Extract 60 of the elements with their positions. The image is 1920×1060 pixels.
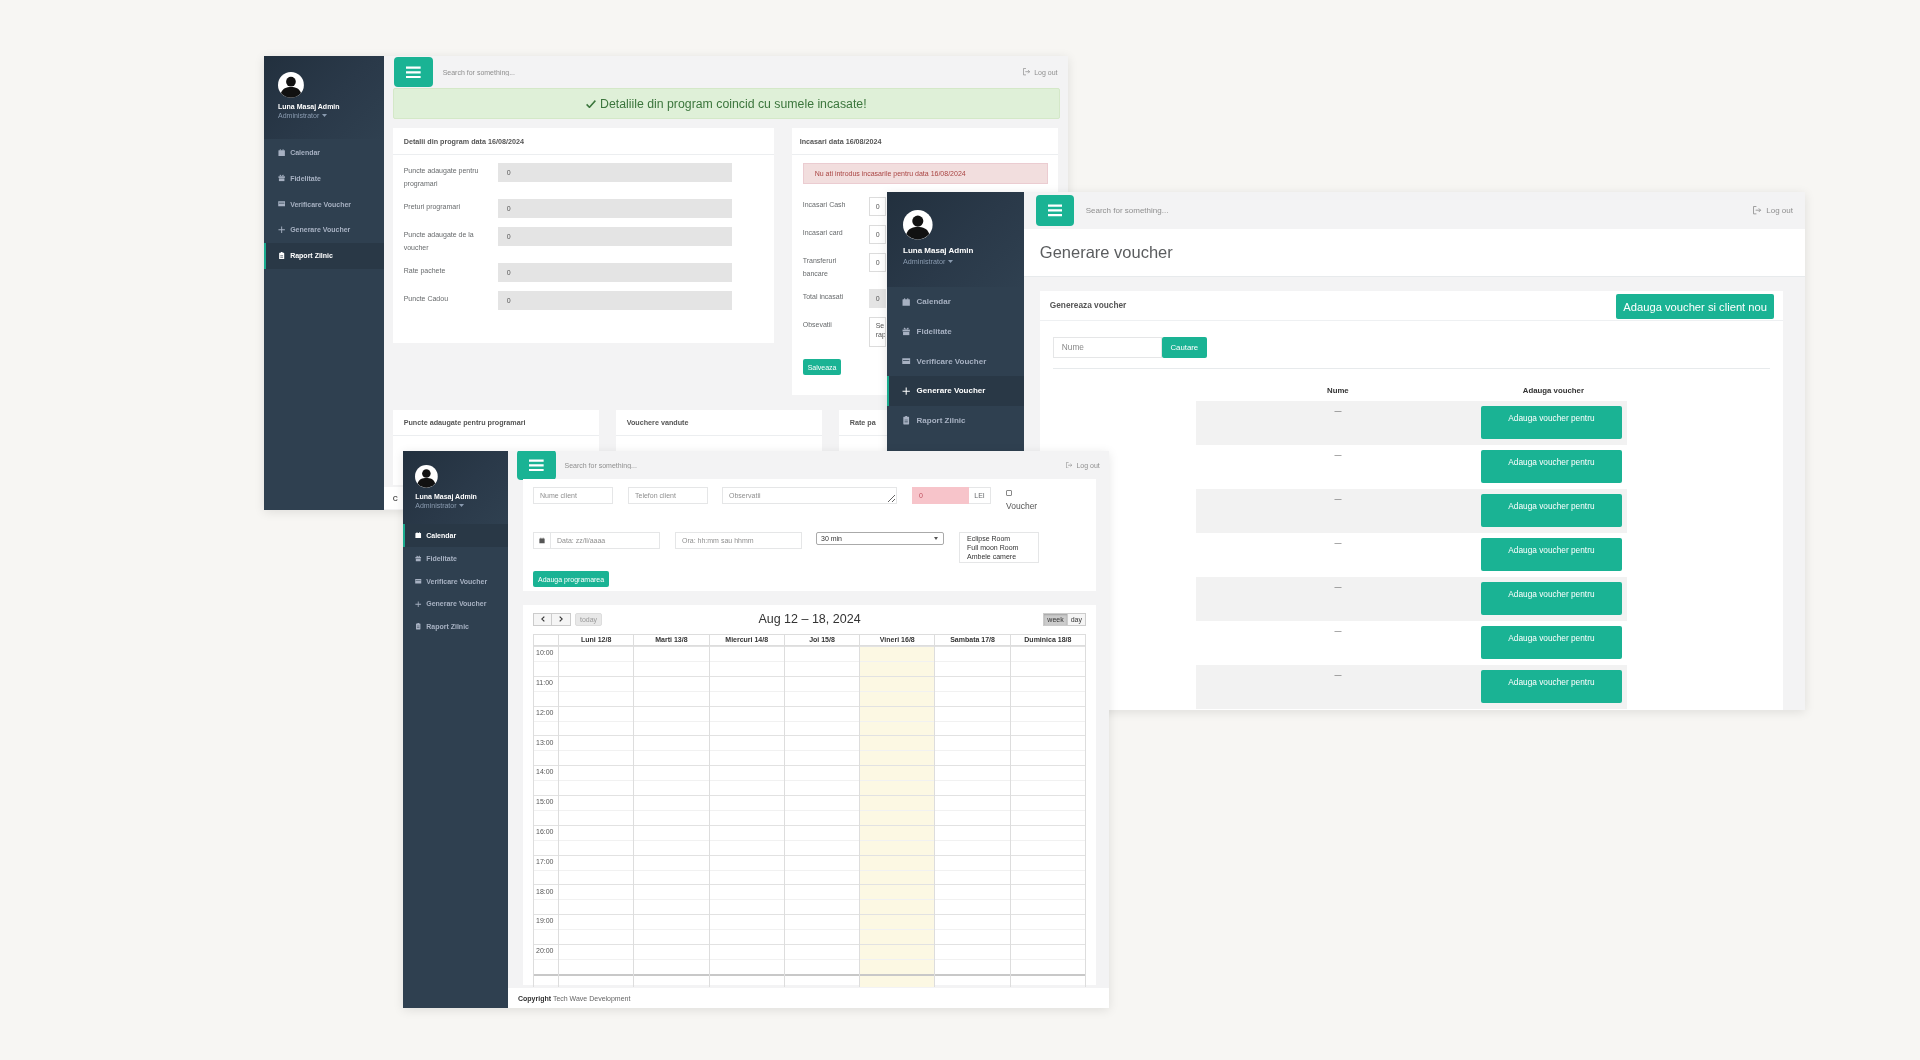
menu-icon — [406, 65, 421, 79]
chevron-left-icon — [540, 616, 545, 623]
success-message: Detaliile din program coincid cu sumele incasate! — [600, 96, 867, 111]
logout-icon — [1066, 461, 1073, 469]
card-title: Genereaza voucher — [1049, 300, 1127, 311]
logout-link[interactable]: Log out — [1753, 205, 1793, 215]
clipboard-icon — [415, 623, 422, 630]
calendar-icon — [277, 148, 285, 156]
plus-icon — [277, 226, 285, 234]
caret-icon — [321, 113, 327, 117]
logout-icon — [1022, 68, 1030, 76]
add-voucher-button[interactable]: Adauga voucher pentru — [1480, 581, 1622, 615]
gift-icon — [415, 555, 422, 562]
add-voucher-button[interactable]: Adauga voucher pentru — [1480, 625, 1622, 659]
menu-button[interactable] — [517, 451, 556, 481]
new-client-voucher-button[interactable]: Adauga voucher si client nou — [1616, 294, 1774, 320]
card-icon — [415, 577, 422, 585]
card-icon — [277, 200, 285, 208]
chevron-right-icon — [559, 616, 563, 623]
nav-item[interactable]: Calendar — [887, 287, 1024, 317]
gift-icon — [902, 327, 911, 336]
nav-item[interactable]: Generare Voucher — [887, 375, 1024, 406]
caret-icon — [934, 537, 938, 541]
add-voucher-button[interactable]: Adauga voucher pentru — [1480, 493, 1622, 527]
avatar-icon — [415, 465, 439, 488]
calendar-icon — [415, 532, 422, 539]
check-icon — [586, 99, 597, 108]
gift-icon — [277, 174, 285, 182]
search-field[interactable]: Search for something... — [1085, 205, 1742, 215]
user-name: Luna Masaj Admin — [903, 245, 974, 255]
voucher-checkbox[interactable] — [1006, 490, 1012, 497]
clipboard-icon — [902, 416, 911, 425]
nav-item[interactable]: Fidelitate — [887, 316, 1024, 347]
logout-icon — [1753, 206, 1762, 215]
checkbox-label: Voucher — [1006, 501, 1038, 512]
clipboard-icon — [277, 252, 285, 260]
nav-item[interactable]: Raport Zilnic — [887, 405, 1024, 436]
avatar-icon — [278, 72, 304, 98]
page-title: Generare voucher — [1039, 242, 1173, 262]
prev-button[interactable] — [533, 612, 552, 626]
calendar-icon — [902, 297, 911, 307]
menu-icon — [529, 458, 544, 472]
add-voucher-button[interactable]: Adauga voucher pentru — [1480, 449, 1622, 483]
caret-icon — [947, 259, 953, 263]
card-icon — [902, 356, 911, 366]
menu-button[interactable] — [1035, 195, 1075, 226]
calendar-icon — [533, 532, 551, 550]
name-search-field[interactable]: Nume — [1052, 336, 1162, 358]
nav-item[interactable]: Verificare Voucher — [887, 346, 1024, 376]
plus-icon — [415, 600, 422, 607]
avatar-icon — [903, 210, 933, 240]
menu-button[interactable] — [394, 56, 433, 88]
add-voucher-button[interactable]: Adauga voucher pentru — [1480, 405, 1622, 439]
next-button[interactable] — [552, 612, 571, 626]
calendar-title: Aug 12 – 18, 2024 — [758, 612, 861, 627]
add-voucher-button[interactable]: Adauga voucher pentru — [1480, 537, 1622, 571]
plus-icon — [902, 386, 911, 395]
menu-icon — [1047, 204, 1063, 217]
add-voucher-button[interactable]: Adauga voucher pentru — [1480, 669, 1622, 703]
caret-icon — [458, 503, 464, 507]
